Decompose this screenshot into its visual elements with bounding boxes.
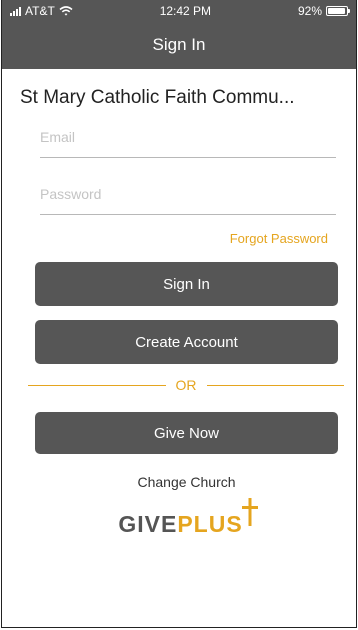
giveplus-logo: GIVE PLUS [20, 498, 356, 538]
clock: 12:42 PM [159, 4, 212, 18]
sign-in-button[interactable]: Sign In [35, 262, 338, 306]
give-now-button[interactable]: Give Now [35, 412, 338, 454]
battery-percent: 92% [297, 4, 322, 18]
divider-line-right [206, 384, 344, 386]
nav-bar: Sign In [2, 21, 356, 69]
forgot-password-link[interactable]: Forgot Password [2, 231, 328, 246]
create-account-button[interactable]: Create Account [35, 320, 338, 364]
wifi-icon [59, 6, 73, 16]
logo-give-text: GIVE [118, 511, 178, 537]
or-label: OR [175, 377, 197, 393]
password-field[interactable] [40, 186, 336, 202]
email-field[interactable] [40, 129, 336, 145]
change-church-link[interactable]: Change Church [17, 474, 356, 490]
status-right: 92% [297, 4, 350, 18]
signal-icon [10, 6, 21, 16]
church-name: St Mary Catholic Faith Commu... [20, 87, 295, 108]
logo-plus-text: PLUS [177, 511, 243, 537]
password-field-container [40, 180, 336, 215]
status-bar: AT&T 12:42 PM 92% [2, 0, 356, 22]
battery-icon [326, 6, 350, 16]
app-screen: AT&T 12:42 PM 92% Sign In St Mary Cathol… [1, 0, 357, 628]
email-field-container [40, 123, 336, 158]
status-left: AT&T [10, 4, 73, 18]
or-divider: OR [2, 377, 356, 393]
divider-line-left [28, 384, 166, 386]
cross-icon [241, 498, 258, 526]
page-title: Sign In [152, 35, 206, 54]
carrier-label: AT&T [25, 4, 55, 18]
